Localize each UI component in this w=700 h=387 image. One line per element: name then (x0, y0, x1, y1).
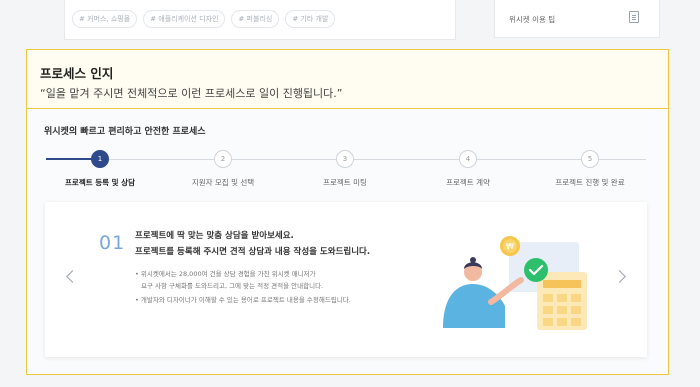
step-heading-line2: 프로젝트를 등록해 주시면 견적 상담과 내용 작성을 도와드립니다. (135, 247, 371, 257)
step-number: 01 (99, 232, 126, 254)
tag[interactable]: # 애플리케이션 디자인 (143, 10, 226, 28)
step-1[interactable]: 1 프로젝트 등록 및 상담 (50, 149, 150, 188)
step-circle: 5 (581, 150, 599, 168)
step-circle: 3 (336, 150, 354, 168)
document-icon (629, 11, 639, 23)
consulting-illustration: ₩ (443, 236, 587, 330)
step-4[interactable]: 4 프로젝트 계약 (418, 149, 518, 188)
step-3[interactable]: 3 프로젝트 미팅 (295, 149, 395, 188)
chevron-left-icon[interactable] (66, 270, 79, 283)
tag[interactable]: # 퍼블리싱 (231, 10, 280, 28)
step-detail-panel: 01 프로젝트에 딱 맞는 맞춤 상담을 받아보세요. 프로젝트를 등록해 주시… (45, 202, 647, 357)
bullet-text: • 위시켓에서는 28,000여 건을 상담 경험을 가진 위시켓 매니저가 (135, 270, 316, 278)
step-label: 프로젝트 진행 및 완료 (555, 178, 625, 187)
process-stepper: 1 프로젝트 등록 및 상담 2 지원자 모집 및 선택 3 프로젝트 미팅 4… (27, 149, 668, 189)
tag-list: # 커머스, 쇼핑몰 # 애플리케이션 디자인 # 퍼블리싱 # 기타 개발 (72, 10, 336, 28)
tag[interactable]: # 커머스, 쇼핑몰 (72, 10, 138, 28)
bullet-text-continued: 요구 사항 구체화를 도와드리고, 그에 맞는 적정 견적을 안내합니다. (141, 282, 324, 290)
step-label: 프로젝트 계약 (446, 178, 490, 187)
step-label: 지원자 모집 및 선택 (191, 178, 255, 187)
tips-label: 위시켓 이용 팁 (509, 15, 556, 24)
process-title: 위시켓의 빠르고 편리하고 안전한 프로세스 (44, 127, 206, 137)
step-5[interactable]: 5 프로젝트 진행 및 완료 (540, 149, 640, 188)
step-circle: 1 (91, 150, 109, 168)
chevron-right-icon[interactable] (613, 270, 626, 283)
person-body (443, 284, 505, 328)
step-circle: 4 (459, 150, 477, 168)
process-section: 프로세스 인지 “일을 맡겨 주시면 전체적으로 이런 프로세스로 일이 진행됩… (26, 49, 669, 375)
check-icon (524, 258, 548, 282)
section-quote: “일을 맡겨 주시면 전체적으로 이런 프로세스로 일이 진행됩니다.” (40, 87, 343, 100)
step-2[interactable]: 2 지원자 모집 및 선택 (173, 149, 273, 188)
bullet-text: • 개발자와 디자이너가 이해할 수 있는 용어로 프로젝트 내용을 수정해드립… (135, 296, 351, 304)
step-label: 프로젝트 등록 및 상담 (65, 178, 135, 187)
tips-card[interactable]: 위시켓 이용 팁 (494, 0, 660, 38)
step-heading-line1: 프로젝트에 딱 맞는 맞춤 상담을 받아보세요. (135, 231, 294, 241)
section-heading: 프로세스 인지 (40, 66, 114, 81)
step-circle: 2 (214, 150, 232, 168)
tag[interactable]: # 기타 개발 (285, 10, 336, 28)
step-label: 프로젝트 미팅 (323, 178, 367, 187)
process-header: 프로세스 인지 “일을 맡겨 주시면 전체적으로 이런 프로세스로 일이 진행됩… (27, 50, 668, 109)
svg-text:₩: ₩ (506, 242, 514, 251)
